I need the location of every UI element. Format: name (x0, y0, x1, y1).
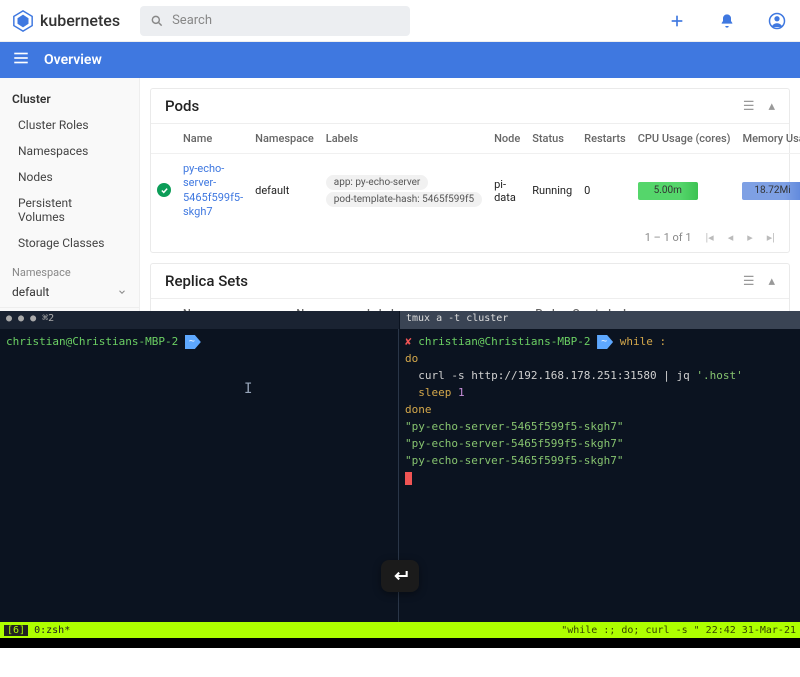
table-row: py-echo-server-5465f599f5-skgh7 default … (151, 154, 800, 228)
col-namespace: Namespace (249, 124, 320, 154)
namespace-label: Namespace (0, 256, 139, 281)
terminal-pane-right[interactable]: ✘ christian@Christians-MBP-2 ~ while : d… (399, 329, 800, 629)
col-labels: Labels (361, 299, 529, 311)
pod-status: Running (526, 154, 578, 228)
replicasets-title: Replica Sets (165, 272, 729, 290)
pod-node: pi-data (488, 154, 526, 228)
output-line: "py-echo-server-5465f599f5-skgh7" (405, 454, 624, 467)
col-name: Name (177, 124, 249, 154)
prompt-path-icon: ~ (597, 335, 613, 349)
pager-prev[interactable]: ◂ (728, 231, 734, 244)
menu-toggle[interactable] (12, 49, 30, 71)
replicasets-table: Name Namespace Labels Pods Created Image… (151, 299, 789, 311)
filter-icon[interactable]: ☰ (743, 99, 755, 114)
plus-icon (669, 13, 685, 29)
search-placeholder: Search (172, 13, 212, 28)
create-button[interactable] (666, 13, 688, 29)
text-cursor-icon: 𝙸 (244, 379, 252, 401)
cmd-do: do (405, 352, 418, 365)
sidebar-item-persistent-volumes[interactable]: Persistent Volumes (0, 190, 139, 230)
filter-icon[interactable]: ☰ (743, 274, 755, 289)
sidebar-item-storage-classes[interactable]: Storage Classes (0, 230, 139, 256)
account-icon (768, 12, 786, 30)
pods-title: Pods (165, 97, 729, 115)
pager: 1 – 1 of 1 |◂ ◂ ▸ ▸| (151, 227, 789, 252)
col-restarts: Restarts (578, 124, 632, 154)
pager-first[interactable]: |◂ (706, 231, 714, 244)
account-button[interactable] (766, 12, 788, 30)
pager-range: 1 – 1 of 1 (645, 231, 692, 244)
col-namespace: Namespace (290, 299, 361, 311)
chevron-down-icon (117, 287, 127, 297)
col-mem: Memory Usage (bytes) (736, 124, 800, 154)
pod-restarts: 0 (578, 154, 632, 228)
tmux-status-bar: [6] [6] 0:zsh*0:zsh* "while :; do; curl … (0, 622, 800, 638)
search-icon (150, 14, 164, 28)
status-right: "while :; do; curl -s " 22:42 31-Mar-21 (561, 625, 796, 636)
pods-card: Pods ☰ ▴ Name Namespace Labels Node Stat… (150, 88, 790, 253)
sidebar-section-cluster[interactable]: Cluster (0, 86, 139, 112)
terminal[interactable]: ● ● ● ⌘2 tmux a -t cluster christian@Chr… (0, 311, 800, 648)
pager-last[interactable]: ▸| (767, 231, 775, 244)
collapse-icon[interactable]: ▴ (768, 99, 775, 114)
col-images: Images (617, 299, 763, 311)
col-node: Node (488, 124, 526, 154)
label-chip: app: py-echo-server (326, 175, 429, 190)
main-area: Cluster Cluster Roles Namespaces Nodes P… (0, 78, 800, 311)
namespace-value: default (12, 285, 49, 299)
col-name: Name (177, 299, 290, 311)
hamburger-icon (12, 49, 30, 67)
output-line: "py-echo-server-5465f599f5-skgh7" (405, 437, 624, 450)
breadcrumb-bar: Overview (0, 42, 800, 78)
page-title: Overview (44, 52, 102, 68)
kubernetes-logo-icon (12, 10, 34, 32)
prompt-user: christian@Christians-MBP-2 (418, 335, 590, 348)
pods-table: Name Namespace Labels Node Status Restar… (151, 124, 800, 227)
replicasets-card: Replica Sets ☰ ▴ Name Namespace Labels P… (150, 263, 790, 311)
col-cpu: CPU Usage (cores) (632, 124, 737, 154)
terminal-tab-left[interactable]: ● ● ● ⌘2 (0, 311, 399, 329)
prompt-error-icon: ✘ (405, 335, 412, 348)
cpu-usage-bar: 5.00m (638, 182, 698, 200)
col-status: Status (526, 124, 578, 154)
status-left: [6] [6] 0:zsh*0:zsh* (4, 625, 561, 636)
label-chip: pod-template-hash: 5465f599f5 (326, 192, 482, 207)
search-input[interactable]: Search (140, 6, 410, 36)
pager-next[interactable]: ▸ (747, 231, 753, 244)
enter-icon (389, 566, 411, 586)
col-pods: Pods (529, 299, 566, 311)
terminal-pane-left[interactable]: christian@Christians-MBP-2 ~ 𝙸 (0, 329, 399, 629)
mem-usage-bar: 18.72Mi (742, 182, 800, 200)
namespace-selector[interactable]: default (0, 281, 139, 308)
bell-icon (719, 13, 735, 29)
content: Pods ☰ ▴ Name Namespace Labels Node Stat… (140, 78, 800, 311)
sidebar-item-namespaces[interactable]: Namespaces (0, 138, 139, 164)
cmd-sleep: sleep 1 (405, 386, 465, 399)
output-line: "py-echo-server-5465f599f5-skgh7" (405, 420, 624, 433)
cmd-done: done (405, 403, 432, 416)
pod-name-link[interactable]: py-echo-server-5465f599f5-skgh7 (183, 162, 243, 218)
logo[interactable]: kubernetes (12, 10, 120, 32)
cmd-curl: curl -s http://192.168.178.251:31580 | j… (405, 369, 743, 382)
cmd-while: while : (620, 335, 666, 348)
collapse-icon[interactable]: ▴ (768, 274, 775, 289)
terminal-cursor (405, 472, 412, 485)
top-bar: kubernetes Search (0, 0, 800, 42)
brand-text: kubernetes (40, 11, 120, 30)
sidebar-item-cluster-roles[interactable]: Cluster Roles (0, 112, 139, 138)
prompt-path-icon: ~ (185, 335, 201, 349)
notifications-button[interactable] (716, 13, 738, 29)
prompt-user: christian@Christians-MBP-2 (6, 335, 178, 348)
pod-namespace: default (249, 154, 320, 228)
terminal-tab-right[interactable]: tmux a -t cluster (399, 311, 800, 329)
enter-key-overlay (381, 560, 419, 592)
sidebar: Cluster Cluster Roles Namespaces Nodes P… (0, 78, 140, 311)
status-ok-icon (157, 183, 171, 197)
sidebar-item-nodes[interactable]: Nodes (0, 164, 139, 190)
col-labels: Labels (320, 124, 488, 154)
col-created: Created (566, 299, 617, 311)
